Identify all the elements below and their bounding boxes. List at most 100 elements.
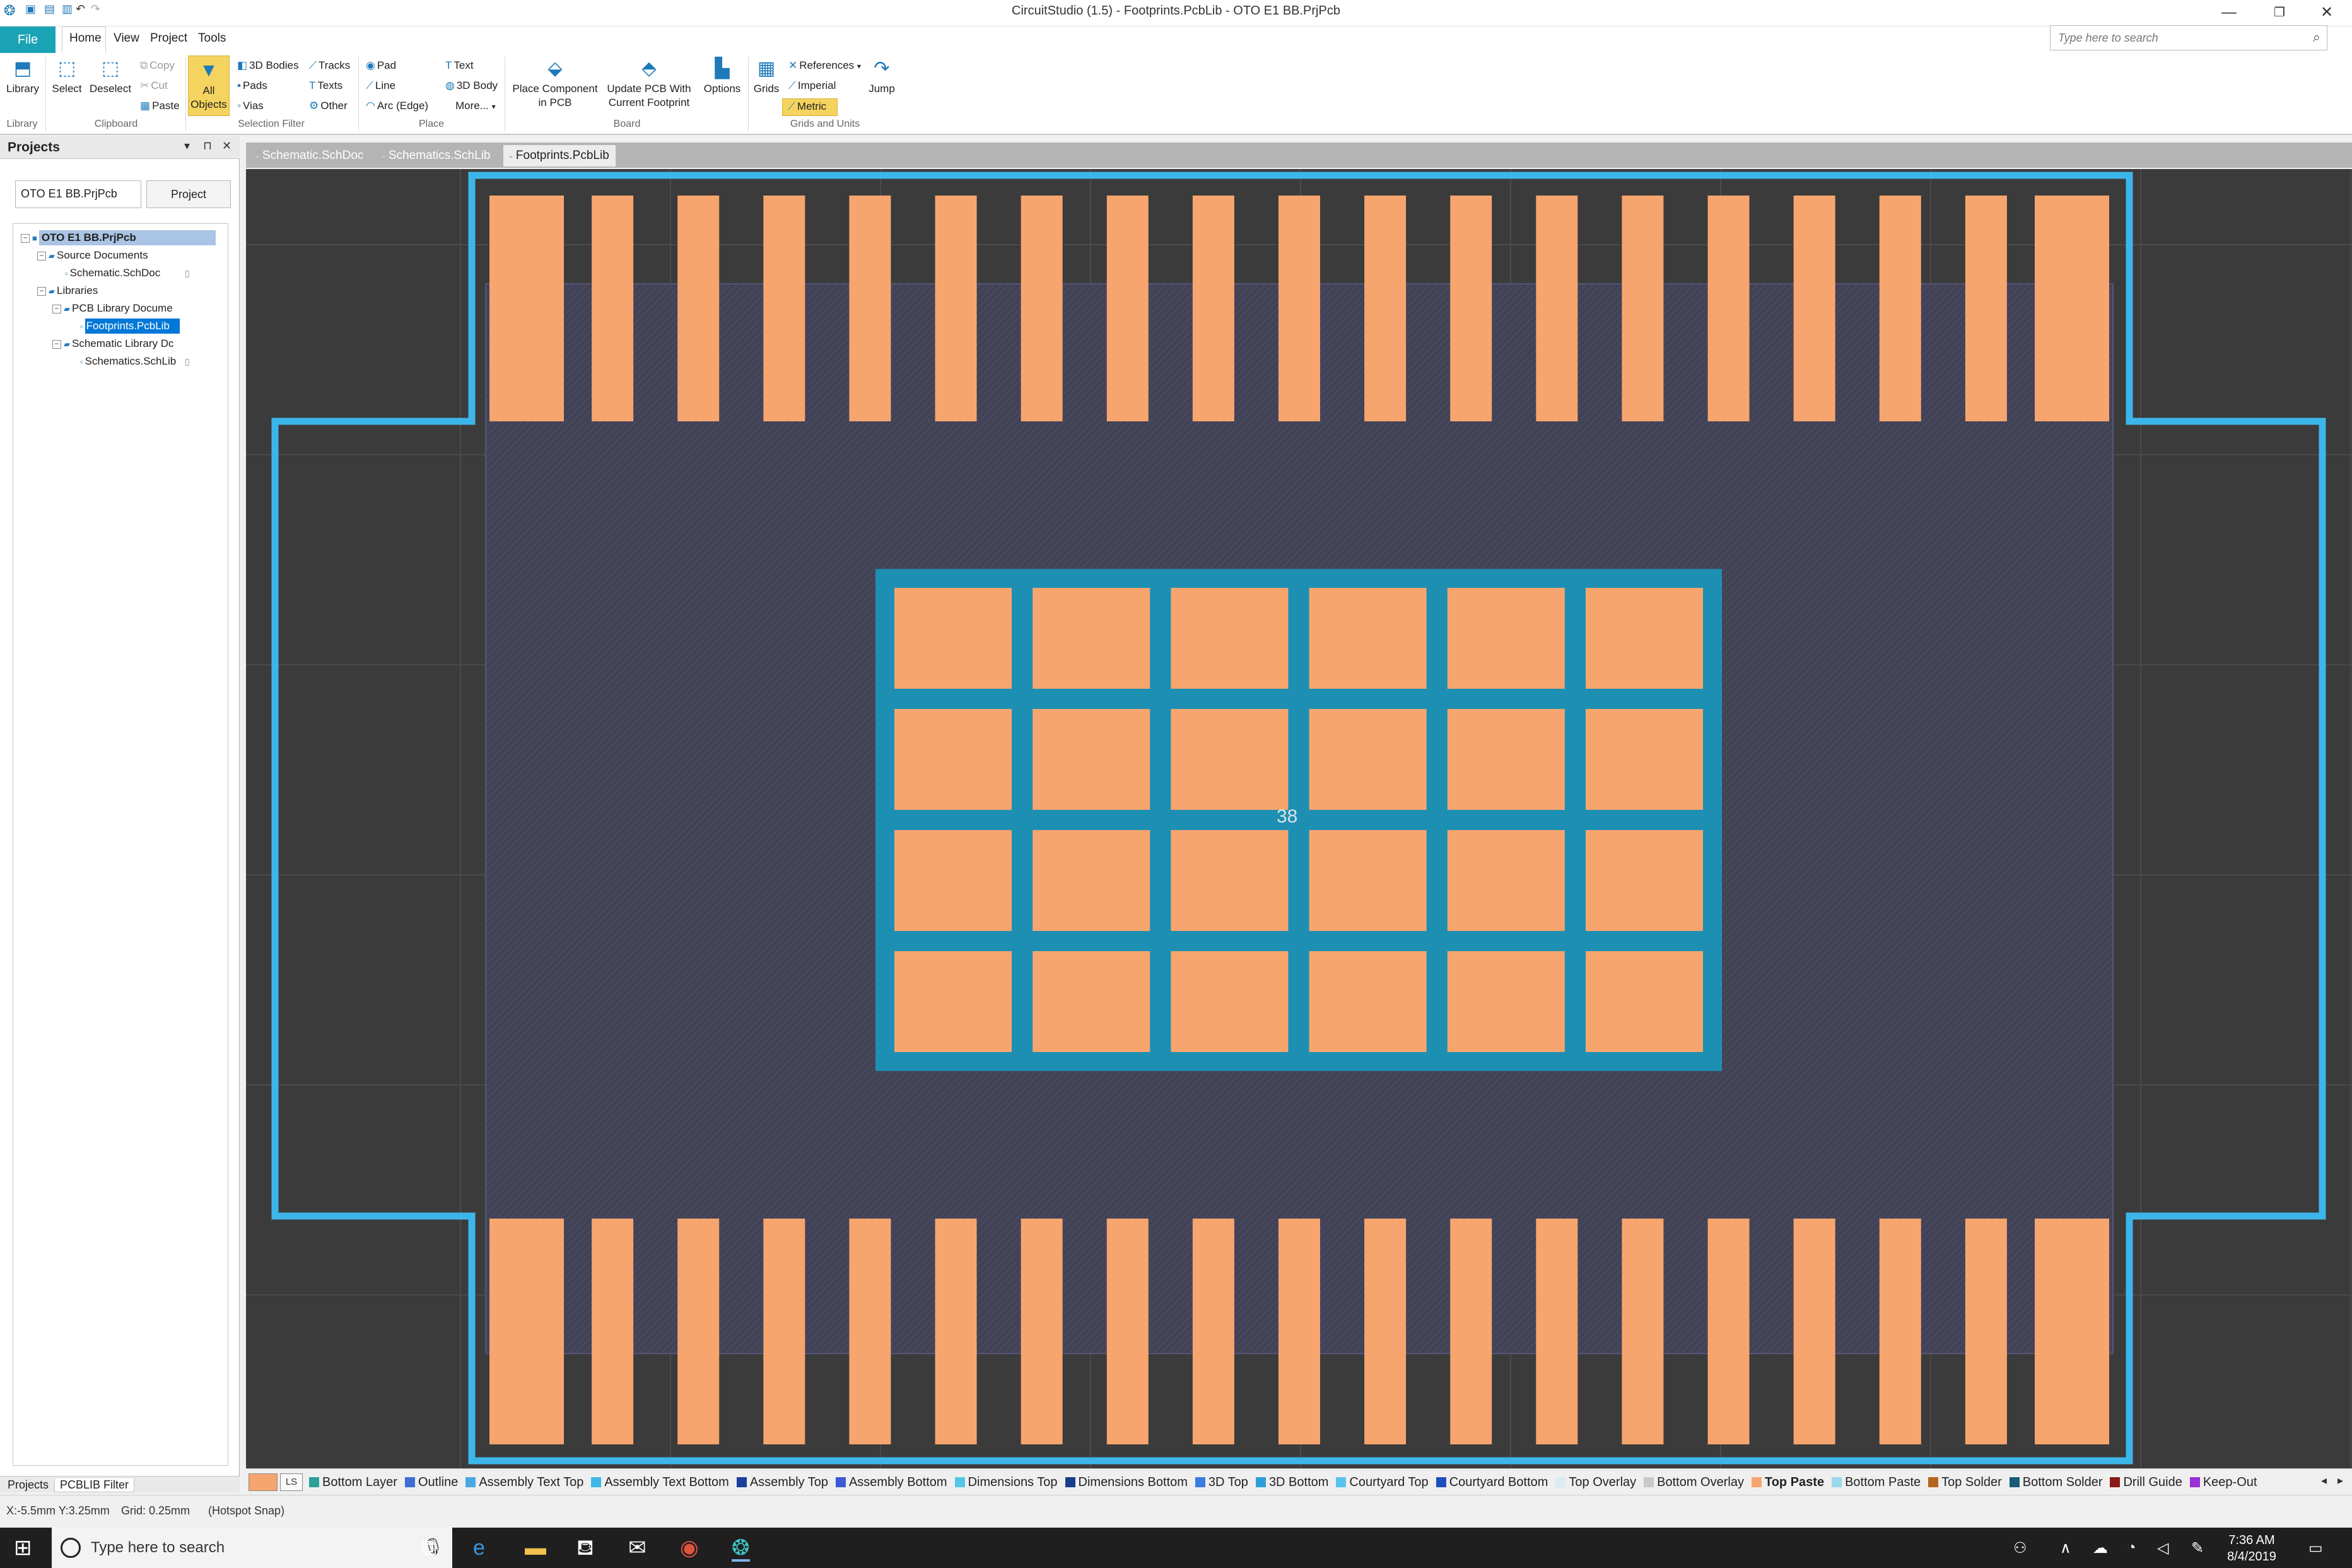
edge-browser-icon[interactable]: e xyxy=(473,1536,485,1559)
circuitstudio-taskbar-icon[interactable]: ❂ xyxy=(732,1536,750,1562)
place-pad-button[interactable]: ◉ Pad xyxy=(366,59,396,72)
place-line-button[interactable]: ⟋ Line xyxy=(366,79,395,92)
close-button[interactable]: ✕ xyxy=(2302,0,2352,26)
tab-projects[interactable]: Projects xyxy=(3,1478,54,1492)
tab-tools[interactable]: Tools xyxy=(198,32,226,45)
file-explorer-icon[interactable]: ▬ xyxy=(525,1536,546,1559)
layer-tab[interactable]: Courtyard Bottom xyxy=(1436,1469,1548,1495)
filter-tracks[interactable]: ⟋ Tracks xyxy=(309,59,350,72)
metric-button[interactable]: ⟋ Metric xyxy=(782,98,838,116)
notifications-icon[interactable]: ▭ xyxy=(2308,1539,2323,1557)
deselect-button[interactable]: ⬚ Deselect xyxy=(87,58,134,96)
cut-button[interactable]: ✂ Cut xyxy=(140,79,168,92)
tree-item-project[interactable]: − ■ OTO E1 BB.PrjPcb xyxy=(21,230,216,245)
collapse-icon[interactable]: − xyxy=(52,304,61,313)
layer-tab[interactable]: 3D Bottom xyxy=(1255,1469,1328,1495)
collapse-icon[interactable]: − xyxy=(37,251,46,260)
scroll-left-icon[interactable]: ◂ xyxy=(2321,1474,2327,1487)
file-menu-button[interactable]: File xyxy=(0,26,56,53)
tree-item-schematics-schlib[interactable]: ▫ Schematics.SchLib xyxy=(80,354,176,369)
place-arc-button[interactable]: ◠ Arc (Edge) xyxy=(366,100,428,112)
update-pcb-button[interactable]: ⬘ Update PCB With Current Footprint xyxy=(602,58,696,110)
layer-tab[interactable]: Top Overlay xyxy=(1555,1469,1636,1495)
layer-tab[interactable]: Drill Guide xyxy=(2110,1469,2182,1495)
volume-icon[interactable]: ◁ xyxy=(2157,1539,2168,1557)
layer-tab[interactable]: Assembly Text Bottom xyxy=(591,1469,729,1495)
copy-button[interactable]: ⧉ Copy xyxy=(140,59,175,72)
taskbar-search[interactable]: Type here to search 🎙︎ xyxy=(52,1528,452,1568)
layer-tab[interactable]: Assembly Text Top xyxy=(465,1469,583,1495)
current-layer-swatch[interactable] xyxy=(249,1473,278,1491)
layer-tab[interactable]: Keep-Out xyxy=(2189,1469,2257,1495)
search-icon[interactable]: ⌕ xyxy=(2313,29,2320,45)
filter-3d-bodies[interactable]: ◧ 3D Bodies xyxy=(237,59,299,72)
store-icon[interactable]: ⛾ xyxy=(576,1536,594,1559)
layer-tab[interactable]: Bottom Overlay xyxy=(1644,1469,1744,1495)
scroll-right-icon[interactable]: ▸ xyxy=(2337,1474,2343,1487)
all-objects-button[interactable]: ▼ All Objects xyxy=(188,56,230,116)
filter-pads[interactable]: ▪ Pads xyxy=(237,79,267,92)
place-more-button[interactable]: More... ▾ xyxy=(455,100,496,112)
project-button[interactable]: Project xyxy=(146,180,231,208)
tree-item-source-documents[interactable]: − ▰ Source Documents xyxy=(37,248,148,263)
layer-tab[interactable]: Bottom Layer xyxy=(309,1469,397,1495)
filter-texts[interactable]: T Texts xyxy=(309,79,342,92)
layer-tab[interactable]: Assembly Top xyxy=(736,1469,828,1495)
collapse-icon[interactable]: − xyxy=(37,286,46,296)
pcb-canvas[interactable]: 38 xyxy=(246,169,2352,1468)
select-button[interactable]: ⬚ Select xyxy=(48,58,86,96)
mail-icon[interactable]: ✉ xyxy=(628,1536,647,1559)
layer-tab[interactable]: Top Solder xyxy=(1928,1469,2002,1495)
tree-item-footprints-pcblib[interactable]: ▫ Footprints.PcbLib xyxy=(80,319,180,334)
layer-tab[interactable]: Top Paste xyxy=(1751,1469,1824,1495)
layer-tab[interactable]: Outline xyxy=(404,1469,458,1495)
tree-item-schematic-doc[interactable]: ▫ Schematic.SchDoc xyxy=(65,266,160,281)
minimize-button[interactable]: — xyxy=(2204,0,2254,26)
tab-footprints-pcblib[interactable]: ▫ Footprints.PcbLib xyxy=(503,145,616,167)
project-name-field[interactable]: OTO E1 BB.PrjPcb xyxy=(15,180,141,208)
layer-set-button[interactable]: LS xyxy=(280,1473,303,1491)
tree-item-schematic-library-documents[interactable]: − ▰ Schematic Library Dc xyxy=(52,336,174,351)
task-view-icon[interactable]: ⧉ xyxy=(421,1536,436,1559)
tree-item-libraries[interactable]: − ▰ Libraries xyxy=(37,283,98,298)
collapse-icon[interactable]: − xyxy=(21,233,30,243)
options-button[interactable]: ▙ Options xyxy=(699,58,746,96)
taskbar-clock[interactable]: 7:36 AM 8/4/2019 xyxy=(2220,1532,2283,1565)
layer-tab[interactable]: Dimensions Bottom xyxy=(1065,1469,1188,1495)
search-box[interactable]: Type here to search ⌕ xyxy=(2050,25,2327,50)
network-icon[interactable]: ◔ xyxy=(2127,1539,2136,1557)
place-text-button[interactable]: T Text xyxy=(445,59,474,72)
show-hidden-icons-icon[interactable]: ∧ xyxy=(2060,1539,2071,1557)
tab-pcblib-filter[interactable]: PCBLIB Filter xyxy=(54,1478,135,1492)
grids-button[interactable]: ▦ Grids xyxy=(751,58,782,96)
onedrive-icon[interactable]: ☁ xyxy=(2093,1539,2108,1557)
tree-item-pcb-library-documents[interactable]: − ▰ PCB Library Docume xyxy=(52,301,173,316)
layer-tab[interactable]: Dimensions Top xyxy=(954,1469,1058,1495)
layer-tab[interactable]: Bottom Solder xyxy=(2009,1469,2102,1495)
panel-menu-icon[interactable]: ▾ xyxy=(184,139,190,153)
paste-button[interactable]: ▦ Paste xyxy=(140,100,180,112)
filter-other[interactable]: ⚙ Other xyxy=(309,100,348,112)
tab-schematic-schdoc[interactable]: ▫ Schematic.SchDoc xyxy=(250,145,370,167)
layer-tab[interactable]: 3D Top xyxy=(1195,1469,1248,1495)
jump-button[interactable]: ↷ Jump xyxy=(863,58,901,96)
windows-start-icon[interactable]: ⊞ xyxy=(14,1536,32,1559)
restore-button[interactable]: ❐ xyxy=(2254,0,2305,26)
library-button[interactable]: ⬒ Library xyxy=(4,58,42,96)
close-panel-icon[interactable]: ✕ xyxy=(222,139,231,153)
tab-view[interactable]: View xyxy=(114,32,139,45)
tab-project[interactable]: Project xyxy=(150,32,187,45)
tab-schematics-schlib[interactable]: ▫ Schematics.SchLib xyxy=(376,145,496,167)
people-icon[interactable]: ⚇ xyxy=(2013,1539,2027,1557)
layer-tab[interactable]: Assembly Bottom xyxy=(835,1469,947,1495)
layer-tab[interactable]: Courtyard Top xyxy=(1336,1469,1429,1495)
tab-home[interactable]: Home xyxy=(69,32,102,45)
filter-vias[interactable]: ◦ Vias xyxy=(237,100,264,112)
layer-tab[interactable]: Bottom Paste xyxy=(1832,1469,1921,1495)
collapse-icon[interactable]: − xyxy=(52,339,61,349)
imperial-button[interactable]: ⟋ Imperial xyxy=(788,79,836,92)
place-3d-body-button[interactable]: ◍ 3D Body xyxy=(445,79,498,92)
pin-icon[interactable]: ⊓ xyxy=(203,139,212,153)
chrome-icon[interactable]: ◉ xyxy=(680,1536,699,1559)
references-button[interactable]: ✕ References ▾ xyxy=(788,59,861,72)
